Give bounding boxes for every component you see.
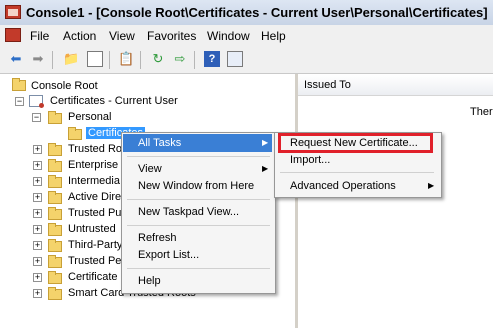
tree-intermediate[interactable]: Intermedia <box>68 173 120 189</box>
annotation-highlight-box <box>278 133 433 153</box>
menu-help[interactable]: Help <box>261 29 286 43</box>
collapse-icon[interactable]: − <box>15 97 24 106</box>
expand-icon[interactable]: + <box>33 209 42 218</box>
menu-view[interactable]: View <box>109 29 135 43</box>
folder-icon <box>48 255 62 268</box>
refresh-icon[interactable]: ↻ <box>150 51 166 67</box>
menu-separator <box>127 225 270 226</box>
folder-icon <box>48 223 62 236</box>
certificates-folder-icon <box>68 127 82 140</box>
submenu-arrow-icon: ▶ <box>262 138 269 147</box>
folder-icon <box>48 143 62 156</box>
menu-file[interactable]: File <box>30 29 49 43</box>
menu-favorites[interactable]: Favorites <box>147 29 196 43</box>
menu-separator <box>127 156 270 157</box>
forward-arrow-icon[interactable]: ➡ <box>30 51 46 67</box>
column-header-issued-to[interactable]: Issued To <box>298 75 493 96</box>
tree-trusted-root[interactable]: Trusted Ro <box>68 141 122 157</box>
console-menu-icon[interactable] <box>5 28 21 42</box>
folder-icon <box>48 239 62 252</box>
tree-certificates-current-user[interactable]: Certificates - Current User <box>50 93 178 109</box>
folder-icon <box>48 271 62 284</box>
mmc-app-icon <box>5 5 21 19</box>
tree-untrusted[interactable]: Untrusted <box>68 221 116 237</box>
menu-separator <box>280 172 434 173</box>
tree-active-directory[interactable]: Active Dire <box>68 189 121 205</box>
tree-trusted-people[interactable]: Trusted Pe <box>68 253 121 269</box>
expand-icon[interactable]: + <box>33 241 42 250</box>
expand-icon[interactable]: + <box>33 177 42 186</box>
toolbar-separator <box>194 51 195 69</box>
results-empty-text: Ther <box>470 106 493 118</box>
menu-item-advanced-operations[interactable]: Advanced Operations <box>290 178 396 194</box>
menu-item-refresh[interactable]: Refresh <box>138 230 177 246</box>
expand-icon[interactable]: + <box>33 257 42 266</box>
menu-item-all-tasks[interactable]: All Tasks <box>138 135 181 151</box>
menu-action[interactable]: Action <box>63 29 96 43</box>
tree-console-root[interactable]: Console Root <box>31 78 98 94</box>
menu-item-import[interactable]: Import... <box>290 152 330 168</box>
folder-icon <box>48 175 62 188</box>
menu-item-new-taskpad[interactable]: New Taskpad View... <box>138 204 239 220</box>
menu-separator <box>127 199 270 200</box>
expand-icon[interactable]: + <box>33 193 42 202</box>
export-icon[interactable]: ⇨ <box>172 51 188 67</box>
help-icon[interactable]: ? <box>204 51 220 67</box>
column-header-label: Issued To <box>304 79 351 91</box>
folder-icon <box>48 207 62 220</box>
personal-folder-icon <box>48 111 62 124</box>
tree-trusted-publishers[interactable]: Trusted Pu <box>68 205 121 221</box>
toolbar-separator <box>140 51 141 69</box>
folder-icon <box>48 159 62 172</box>
results-pane[interactable] <box>298 74 493 328</box>
console-root-folder-icon <box>12 78 26 91</box>
menu-item-export-list[interactable]: Export List... <box>138 247 199 263</box>
tree-certificate-enrollment[interactable]: Certificate <box>68 269 118 285</box>
menu-window[interactable]: Window <box>207 29 250 43</box>
window-title: Console1 - [Console Root\Certificates - … <box>26 5 488 20</box>
expand-icon[interactable]: + <box>33 145 42 154</box>
tree-personal[interactable]: Personal <box>68 109 111 125</box>
expand-icon[interactable]: + <box>33 289 42 298</box>
submenu-arrow-icon: ▶ <box>428 181 435 190</box>
collapse-icon[interactable]: − <box>32 113 41 122</box>
certificates-store-icon <box>29 95 44 108</box>
menu-item-help[interactable]: Help <box>138 273 161 289</box>
toolbar-separator <box>52 51 53 69</box>
properties-icon[interactable] <box>227 51 243 67</box>
menu-item-new-window[interactable]: New Window from Here <box>138 178 254 194</box>
back-arrow-icon[interactable]: ⬅ <box>8 51 24 67</box>
tree-enterprise[interactable]: Enterprise <box>68 157 118 173</box>
expand-icon[interactable]: + <box>33 161 42 170</box>
show-hide-tree-icon[interactable] <box>87 51 103 67</box>
up-folder-icon[interactable]: 📁 <box>63 51 79 67</box>
folder-icon <box>48 191 62 204</box>
expand-icon[interactable]: + <box>33 273 42 282</box>
folder-icon <box>48 287 62 300</box>
menu-item-view[interactable]: View <box>138 161 162 177</box>
toolbar-separator <box>109 51 110 69</box>
menu-separator <box>127 268 270 269</box>
submenu-arrow-icon: ▶ <box>262 164 269 173</box>
expand-icon[interactable]: + <box>33 225 42 234</box>
clipboard-icon[interactable]: 📋 <box>118 51 134 67</box>
tree-third-party[interactable]: Third-Party <box>68 237 122 253</box>
